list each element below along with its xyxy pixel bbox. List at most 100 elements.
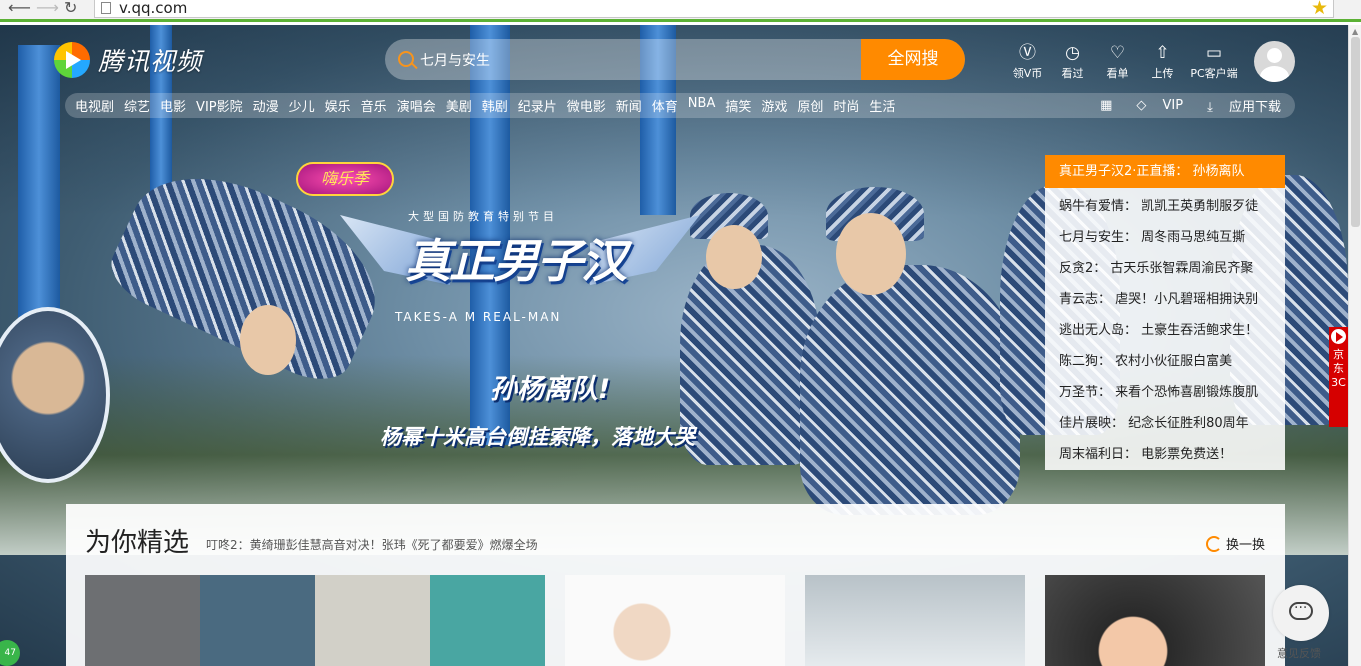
video-thumbnail[interactable] [1045,575,1265,666]
reload-icon[interactable]: ↻ [64,0,77,18]
category-item[interactable]: 电视剧 [75,96,114,115]
soldier-face [836,213,906,295]
category-item[interactable]: 生活 [869,96,895,115]
scroll-up-icon[interactable]: ▲ [1352,27,1358,36]
bookmark-star-icon[interactable]: ★ [1311,0,1328,19]
header-tools: Ⓥ 领V币 ◷ 看过 ♡ 看单 ⇧ 上传 ▭ PC客户端 [1005,43,1243,81]
category-list: 电视剧 综艺 电影 VIP影院 动漫 少儿 娱乐 音乐 演唱会 美剧 韩剧 纪录片 微电影 新闻 体育 NBA… [75,96,905,115]
category-item[interactable]: 原创 [797,96,823,115]
search-input[interactable]: 七月与安生 [420,50,490,70]
category-item[interactable]: 韩剧 [482,96,508,115]
news-item[interactable]: 青云志： 虐哭！小凡碧瑶相拥诀别 [1059,284,1285,315]
category-item[interactable]: 游戏 [761,96,787,115]
category-item[interactable]: 微电影 [567,96,606,115]
category-item[interactable]: 音乐 [361,96,387,115]
v-coin-icon: Ⓥ [1019,43,1036,63]
blue-pole [18,45,60,345]
news-list: 蜗牛有爱情： 凯凯王英勇制服歹徒 七月与安生： 周冬雨马思纯互撕 反贪2： 古天乐张… [1045,188,1285,470]
chat-bubble-icon [1289,600,1313,620]
scrollbar[interactable]: ▲ [1348,25,1361,666]
category-nav: 电视剧 综艺 电影 VIP影院 动漫 少儿 娱乐 音乐 演唱会 美剧 韩剧 纪录片 微电影 新闻 体育 NBA… [65,93,1295,118]
category-item[interactable]: 纪录片 [518,96,557,115]
category-item[interactable]: 新闻 [616,96,642,115]
site-logo[interactable]: 腾讯视频 [54,42,203,78]
video-thumbnail[interactable] [85,575,545,666]
news-item[interactable]: 周末福利日： 电影票免费送！ [1059,439,1285,470]
promo-subtitle: 大型国防教育特别节目 [408,210,558,223]
grid-menu-icon[interactable]: ▦ [1100,98,1112,113]
feedback-button[interactable] [1273,585,1329,641]
vip-label: VIP [1162,98,1184,113]
news-item[interactable]: 陈二狗： 农村小伙征服白富美 [1059,346,1285,377]
news-headline[interactable]: 真正男子汉2·正直播： 孙杨离队 [1045,155,1285,188]
news-item[interactable]: 七月与安生： 周冬雨马思纯互撕 [1059,222,1285,253]
address-bar[interactable]: v.qq.com [94,0,1334,18]
hero-banner[interactable]: 嗨乐季 大型国防教育特别节目 真正男子汉 TAKES-A M REAL-MAN … [0,25,1348,666]
news-item[interactable]: 反贪2： 古天乐张智霖周渝民齐聚 [1059,253,1285,284]
hot-news-panel: 真正男子汉2·正直播： 孙杨离队 蜗牛有爱情： 凯凯王英勇制服歹徒 七月与安生： … [1045,155,1285,470]
video-thumbnail[interactable] [805,575,1025,666]
watchlist-icon: ♡ [1109,43,1126,63]
header-tool-label: 看过 [1061,67,1084,80]
category-item[interactable]: 体育 [652,96,678,115]
category-item[interactable]: 少儿 [289,96,315,115]
header-tool-upload[interactable]: ⇧ 上传 [1140,43,1185,81]
news-item[interactable]: 佳片展映： 纪念长征胜利80周年 [1059,408,1285,439]
download-link[interactable]: ⤓ 应用下载 [1195,96,1281,115]
news-item[interactable]: 万圣节： 来看个恐怖喜剧锻炼腹肌 [1059,377,1285,408]
header-tool-watchlist[interactable]: ♡ 看单 [1095,43,1140,81]
promo-badge: 嗨乐季 [296,162,394,196]
category-item[interactable]: VIP影院 [196,96,243,115]
news-item[interactable]: 逃出无人岛： 土豪生吞活鲍求生！ [1059,315,1285,346]
category-item[interactable]: 演唱会 [397,96,436,115]
promo-slogan: 孙杨离队! [489,374,611,405]
header-tool-pc-client[interactable]: ▭ PC客户端 [1185,43,1243,81]
category-nav-right: ▦ ◇ VIP ⤓ 应用下载 [1088,93,1281,118]
soldier-figure [800,265,1020,515]
section-title: 为你精选 [85,528,190,558]
promo-english-title: TAKES-A M REAL-MAN [395,310,562,324]
history-icon: ◷ [1065,43,1080,63]
refresh-icon [1205,536,1222,552]
soldier-face [706,225,762,289]
logo-text: 腾讯视频 [98,47,203,76]
search-icon [398,51,414,67]
header-tool-history[interactable]: ◷ 看过 [1050,43,1095,81]
page-icon [101,2,111,14]
upload-icon: ⇧ [1155,43,1170,63]
refresh-button[interactable]: 换一换 [1205,534,1265,553]
news-item[interactable]: 蜗牛有爱情： 凯凯王英勇制服歹徒 [1059,191,1285,222]
category-item[interactable]: 动漫 [253,96,279,115]
scrollbar-thumb[interactable] [1351,37,1360,227]
refresh-label: 换一换 [1225,538,1265,553]
category-item[interactable]: 电影 [160,96,186,115]
header-tool-label: 上传 [1151,67,1174,80]
vip-icon: ◇ [1136,98,1147,113]
user-avatar[interactable] [1254,41,1295,82]
header-tool-label: PC客户端 [1190,67,1238,80]
soldier-face [240,305,296,375]
vip-link[interactable]: ◇ VIP [1124,98,1183,113]
browser-toolbar: ⟵ ⟶ ↻ v.qq.com ★ [0,0,1361,22]
jd-3c-ad-tab[interactable]: 京东3C [1329,327,1348,427]
url-text: v.qq.com [119,0,188,17]
category-item[interactable]: 综艺 [124,96,150,115]
section-subtitle-link[interactable]: 叮咚2：黄绮珊彭佳慧高音对决！张玮《死了都要爱》燃爆全场 [206,536,538,553]
category-item[interactable]: 美剧 [446,96,472,115]
search-bar[interactable]: 七月与安生 全网搜 [385,39,965,80]
header-tool-label: 看单 [1106,67,1129,80]
promo-caption: 杨幂十米高台倒挂索降，落地大哭 [380,425,695,449]
search-all-button[interactable]: 全网搜 [861,39,965,80]
forward-icon[interactable]: ⟶ [36,0,59,18]
category-item[interactable]: 搞笑 [725,96,751,115]
category-item[interactable]: NBA [688,96,716,115]
download-icon: ⤓ [1207,100,1213,115]
header-tool-v-coin[interactable]: Ⓥ 领V币 [1005,43,1050,81]
feedback-label: 意见反馈 [1277,647,1321,660]
back-icon[interactable]: ⟵ [8,0,31,18]
category-item[interactable]: 时尚 [833,96,859,115]
pc-client-icon: ▭ [1205,43,1223,63]
play-logo-icon [54,42,90,78]
video-thumbnail[interactable] [565,575,785,666]
category-item[interactable]: 娱乐 [325,96,351,115]
